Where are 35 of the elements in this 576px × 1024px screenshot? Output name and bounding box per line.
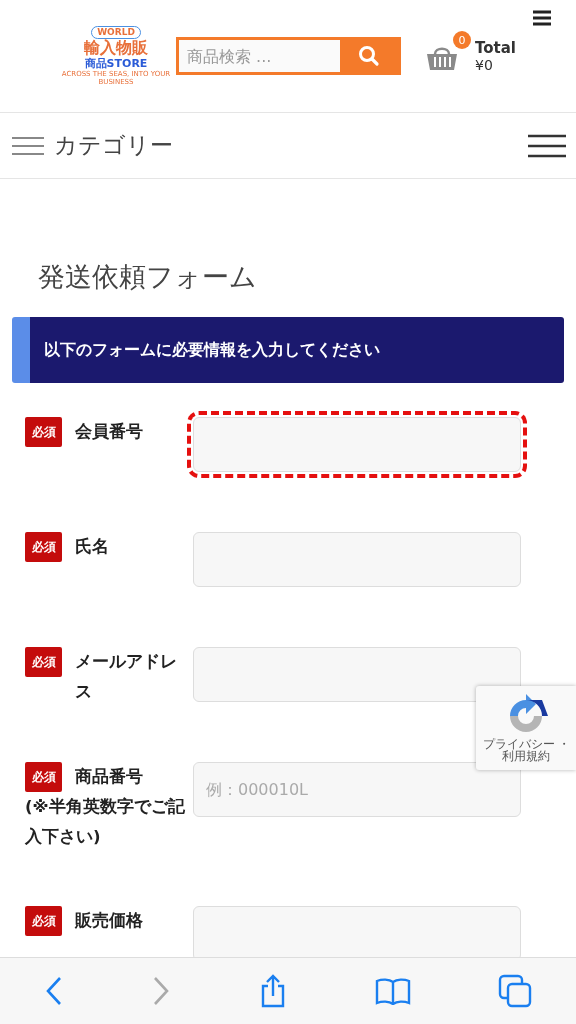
share-icon: [259, 974, 287, 1008]
logo-subtitle: 商品STORE: [84, 57, 148, 70]
cart-count-badge: 0: [453, 31, 471, 49]
field-label: 会員番号: [75, 421, 143, 443]
input-field[interactable]: [193, 417, 521, 472]
field-label: 販売価格: [75, 910, 143, 932]
search-icon: [357, 44, 381, 68]
page-title: 発送依頼フォーム: [38, 260, 258, 294]
cart-total-label: Total: [475, 39, 516, 57]
cart-total-amount: ¥0: [475, 57, 494, 73]
search-field[interactable]: 商品検索 ...: [179, 40, 340, 72]
input-field[interactable]: [193, 532, 521, 587]
link-separator: ・: [557, 738, 570, 750]
field-label: メールアドレス: [75, 651, 178, 703]
menu-icon[interactable]: [528, 133, 566, 158]
menu-icon[interactable]: [532, 10, 552, 26]
terms-link[interactable]: 利用規約: [502, 750, 550, 762]
field-note: (※半角英数字でご記入下さい): [25, 796, 185, 848]
required-badge: 必須: [25, 762, 62, 792]
search-button[interactable]: [340, 40, 398, 72]
privacy-link[interactable]: プライバシー: [482, 738, 555, 750]
required-badge: 必須: [25, 532, 62, 562]
required-badge: 必須: [25, 906, 62, 936]
input-field[interactable]: 例：000010L: [193, 762, 521, 817]
field-label: 商品番号: [75, 766, 143, 788]
field-label: 氏名: [75, 536, 109, 558]
required-badge: 必須: [25, 417, 62, 447]
input-field[interactable]: [193, 906, 521, 957]
tabs-icon: [498, 974, 533, 1008]
category-label[interactable]: カテゴリー: [54, 130, 173, 161]
logo-title: 輸入物販: [84, 39, 148, 57]
required-badge: 必須: [25, 647, 62, 677]
instruction-banner: 以下のフォームに必要情報を入力してください: [12, 317, 564, 383]
input-field[interactable]: [193, 647, 521, 702]
book-icon: [374, 977, 411, 1005]
